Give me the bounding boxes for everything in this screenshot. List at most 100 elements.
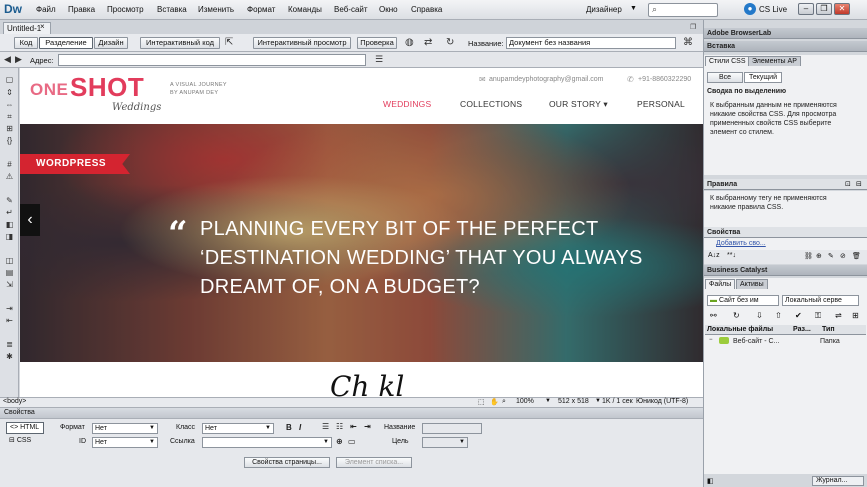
inspect-arrow-icon[interactable]: ⇱ [225,37,233,48]
word-wrap-icon[interactable]: ↵ [4,208,15,217]
link-input[interactable]: ▼ [202,437,332,448]
column-type[interactable]: Тип [822,325,835,335]
nav-our-story[interactable]: OUR STORY ▾ [549,99,608,110]
menu-modify[interactable]: Изменить [198,5,234,14]
close-icon[interactable]: ✕ [834,3,850,15]
live-code-button[interactable]: Интерактивный код [140,37,220,49]
open-documents-icon[interactable]: ▢ [4,75,15,84]
checkin-icon[interactable]: ⚿ [815,311,821,321]
indent-icon[interactable]: ⇥ [4,304,15,313]
contact-phone[interactable]: +91-8860322290 [638,76,691,83]
menu-edit[interactable]: Правка [68,5,95,14]
column-local-files[interactable]: Локальные файлы [707,325,773,335]
wrap-tag-icon[interactable]: ◫ [4,256,15,265]
file-management-icon[interactable]: ⇄ [424,37,432,48]
code-hint-icon[interactable]: ✱ [4,352,15,361]
expand-all-icon[interactable]: ⌗ [4,112,15,121]
rule-info-icon[interactable]: ⊡ [845,180,851,188]
minimize-icon[interactable]: – [798,3,814,15]
collapse-icon[interactable]: − [709,337,713,343]
add-property-link[interactable]: Добавить сво... [716,239,766,248]
attach-stylesheet-icon[interactable]: ⛓ [804,252,813,260]
list-item-button[interactable]: Элемент списка... [336,457,412,468]
show-list-icon[interactable]: **↓ [727,252,736,259]
cslive-button[interactable]: CS Live [759,5,787,14]
outdent-icon[interactable]: ⇤ [350,422,357,431]
site-logo-one[interactable]: ONE [30,80,68,100]
disable-property-icon[interactable]: ⊘ [840,252,846,260]
outdent-icon[interactable]: ⇤ [4,316,15,325]
zoom-tool-icon[interactable]: ⌕ [502,398,506,406]
slider-prev-button[interactable]: ‹ [20,204,40,236]
remove-comment-icon[interactable]: ◨ [4,232,15,241]
menu-commands[interactable]: Команды [288,5,322,14]
check-page-icon[interactable]: ⌘ [683,37,693,48]
server-view-select[interactable]: Локальный серве [782,295,859,306]
select-parent-icon[interactable]: ⊞ [4,124,15,133]
help-search-input[interactable] [648,3,718,17]
table-row[interactable] [705,336,866,346]
inspect-button[interactable]: Проверка [357,37,397,49]
menu-window[interactable]: Окно [379,5,398,14]
refresh-icon[interactable]: ↻ [446,37,454,48]
rules-section-header[interactable]: Правила [704,179,867,190]
chevron-down-icon[interactable]: ▼ [630,5,637,12]
chevron-down-icon[interactable]: ▼ [545,398,551,404]
window-size[interactable]: 512 x 518 [558,398,589,405]
refresh-icon[interactable]: ↻ [733,311,740,320]
nav-collections[interactable]: COLLECTIONS [460,99,522,109]
tag-selector-body[interactable]: <body> [3,398,26,405]
address-options-icon[interactable]: ☰ [375,54,383,65]
title-attr-input[interactable] [422,423,482,434]
design-view[interactable]: ONE SHOT Weddings A VISUAL JOURNEY BY AN… [20,68,703,398]
select-tool-icon[interactable]: ⬚ [478,398,485,406]
wordpress-ribbon[interactable]: WORDPRESS [20,154,130,174]
collapse-selection-icon[interactable]: ⇔ [4,100,15,109]
site-root-name[interactable]: Веб-сайт - С... [733,337,779,346]
collapse-tag-icon[interactable]: ⇕ [4,88,15,97]
live-view-button[interactable]: Интерактивный просмотр [253,37,351,49]
site-select[interactable]: ▬ Сайт без им [707,295,779,306]
tab-assets[interactable]: Активы [736,279,768,289]
menu-format[interactable]: Формат [247,5,275,14]
id-select[interactable]: Нет ▼ [92,437,158,448]
browserlab-panel-header[interactable]: Adobe BrowserLab [704,28,867,39]
all-mode-button[interactable]: Все [707,72,743,83]
tab-files[interactable]: Файлы [705,279,736,289]
chevron-down-icon[interactable]: ▼ [595,398,601,404]
tab-ap-elements[interactable]: Элементы AP [748,56,801,66]
unordered-list-icon[interactable]: ☰ [322,422,329,431]
menu-site[interactable]: Веб-сайт [334,5,368,14]
show-category-icon[interactable]: A↓z [708,252,720,259]
connect-icon[interactable]: ⚯ [710,311,717,320]
menu-file[interactable]: Файл [36,5,56,14]
syntax-error-icon[interactable]: ✎ [4,196,15,205]
insert-panel-header[interactable]: Вставка [704,41,867,52]
column-size[interactable]: Раз... [793,325,811,335]
css-mode-button[interactable]: ⊟ CSS [6,436,44,448]
show-cascade-icon[interactable]: ⊟ [856,180,862,188]
browse-folder-icon[interactable]: ▭ [348,437,356,446]
tab-css-styles[interactable]: Стили CSS [705,56,750,66]
expand-panel-icon[interactable]: ⊞ [852,311,859,320]
balance-braces-icon[interactable]: {} [4,136,15,145]
ordered-list-icon[interactable]: ☷ [336,422,343,431]
bold-button[interactable]: B [286,423,292,432]
get-files-icon[interactable]: ⇩ [756,311,763,320]
site-logo-shot[interactable]: SHOT [70,72,144,103]
business-catalyst-header[interactable]: Business Catalyst [704,265,867,276]
restore-icon[interactable]: ❐ [816,3,832,15]
recent-snippets-icon[interactable]: ▤ [4,268,15,277]
html-mode-button[interactable]: <> HTML [6,422,44,434]
log-button[interactable]: Журнал... [812,476,864,486]
highlight-invalid-icon[interactable]: ⚠ [4,172,15,181]
split-view-button[interactable]: Разделение [39,37,93,49]
point-to-file-icon[interactable]: ⊕ [336,437,343,446]
address-input[interactable] [58,54,366,66]
menu-help[interactable]: Справка [411,5,442,14]
new-rule-icon[interactable]: ⊕ [816,252,822,260]
menu-insert[interactable]: Вставка [157,5,187,14]
design-view-button[interactable]: Дизайн [94,37,128,49]
nav-weddings[interactable]: WEDDINGS [383,99,431,109]
properties-section-header[interactable]: Свойства [704,227,867,238]
